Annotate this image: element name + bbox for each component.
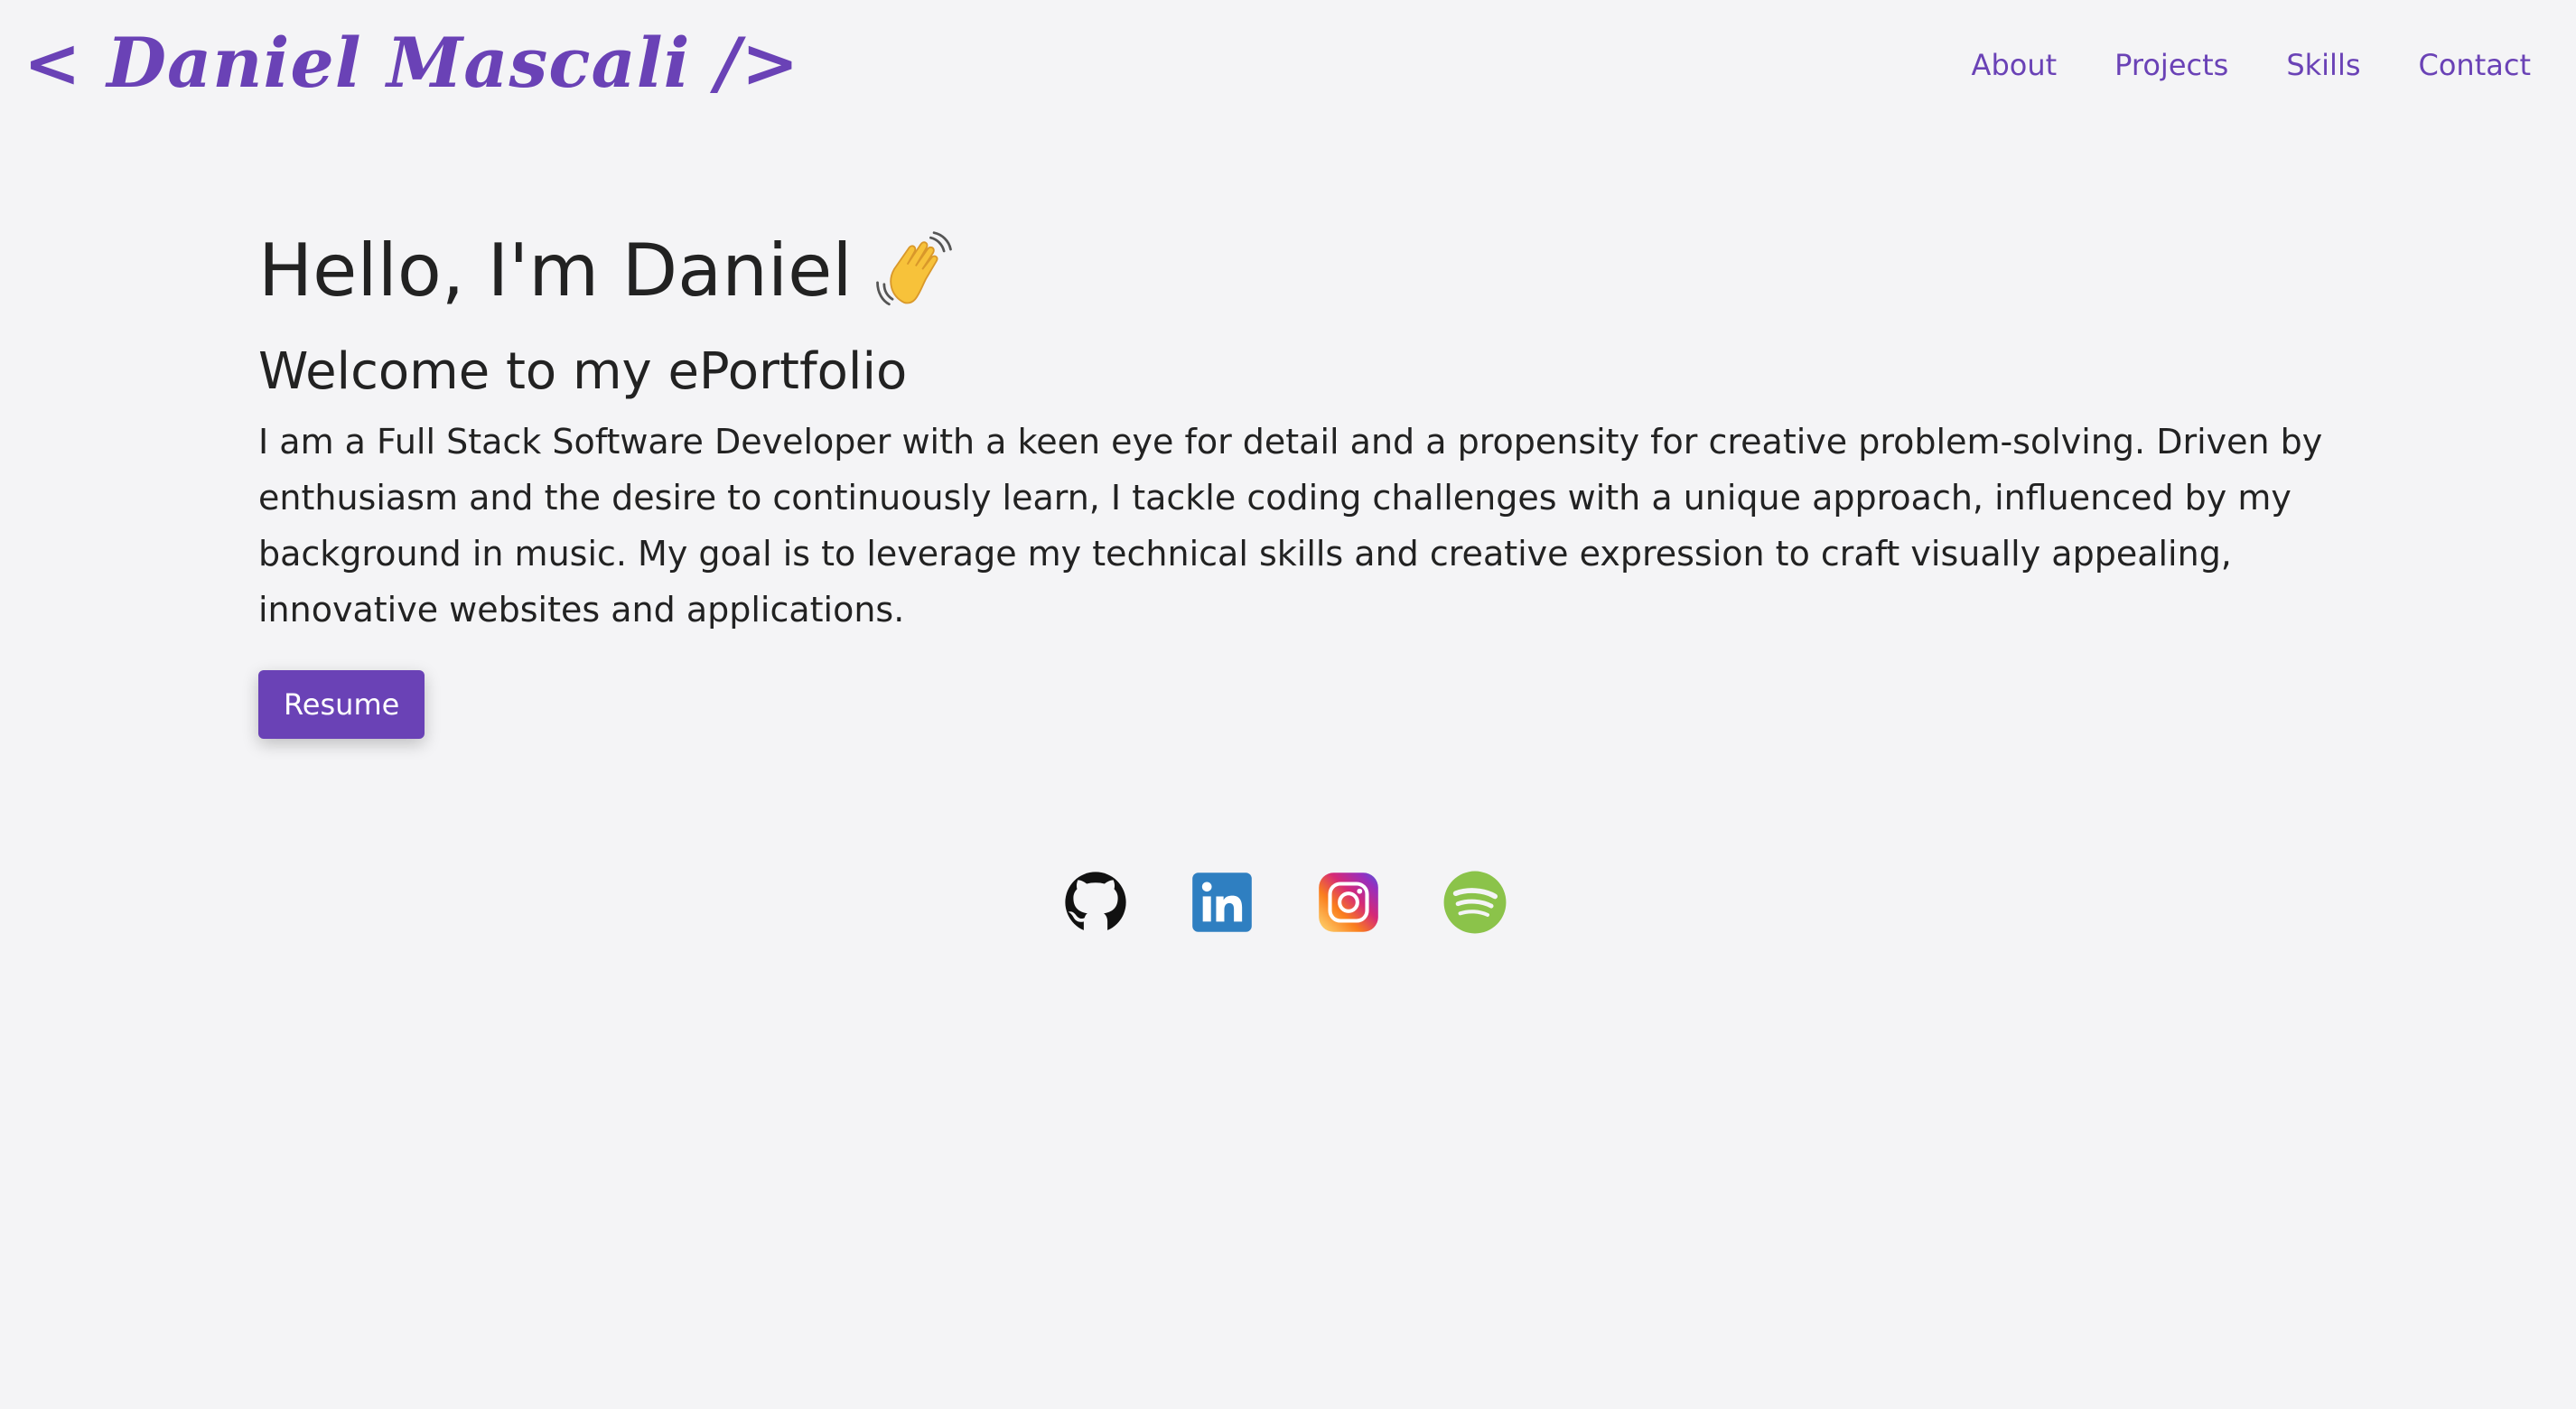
site-logo[interactable]: < Daniel Mascali />	[23, 9, 799, 117]
nav-contact[interactable]: Contact	[2419, 36, 2532, 94]
linkedin-icon[interactable]	[1185, 865, 1259, 939]
instagram-icon[interactable]	[1311, 865, 1386, 939]
hero-section: Hello, I'm Daniel Welcome to my ePortfol…	[258, 217, 2336, 739]
nav-skills[interactable]: Skills	[2286, 36, 2360, 94]
nav-about[interactable]: About	[1972, 36, 2058, 94]
resume-button[interactable]: Resume	[258, 670, 425, 739]
hero-subtitle: Welcome to my ePortfolio	[258, 342, 908, 401]
social-links	[1059, 865, 1512, 939]
waving-hand-icon	[873, 229, 956, 313]
github-icon[interactable]	[1059, 865, 1133, 939]
hero-bio: I am a Full Stack Software Developer wit…	[258, 422, 2323, 630]
nav-projects[interactable]: Projects	[2114, 36, 2228, 94]
hero-greeting: Hello, I'm Daniel	[258, 229, 853, 313]
hero-title-row: Hello, I'm Daniel	[258, 217, 2336, 325]
main-nav: About Projects Skills Contact	[1972, 36, 2531, 94]
spotify-icon[interactable]	[1438, 865, 1512, 939]
